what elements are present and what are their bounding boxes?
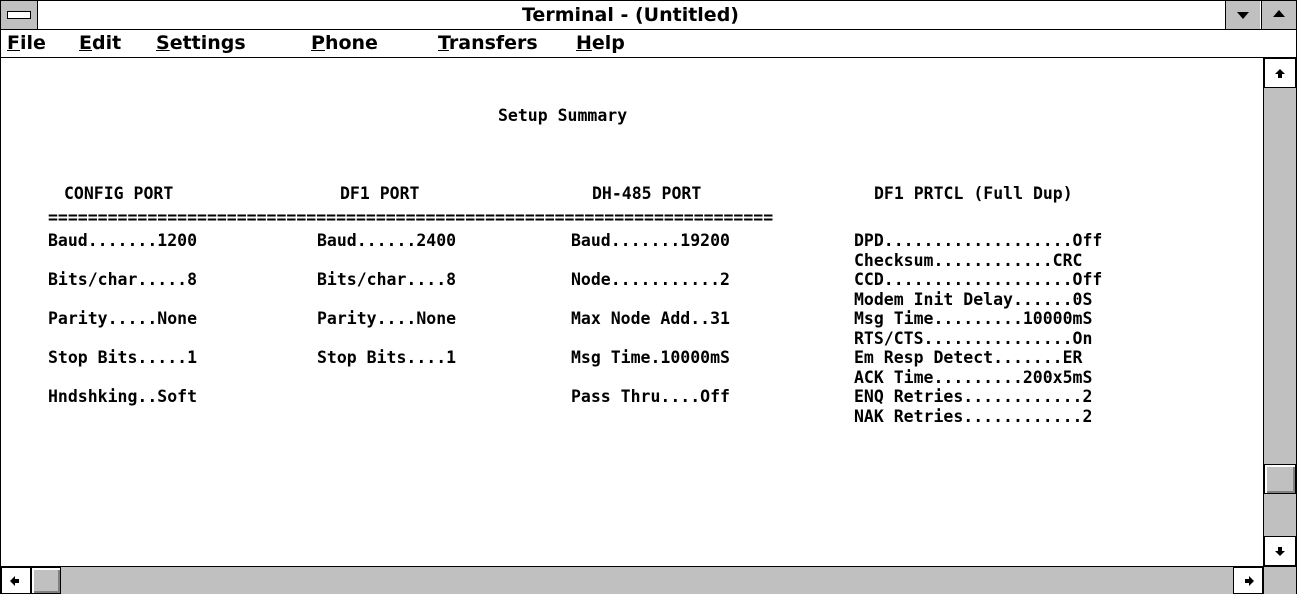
menu-bar: File Edit Settings Phone Transfers Help (1, 30, 1296, 58)
menu-transfers-label: ransfers (448, 32, 538, 54)
column-header-config-port: CONFIG PORT (64, 184, 174, 203)
config-port-setting-line (48, 329, 197, 349)
menu-help-label: elp (591, 32, 625, 54)
scroll-down-button[interactable] (1264, 536, 1296, 566)
df1-protocol-setting-line: Checksum............CRC (854, 250, 1083, 270)
df1-port-setting-line (317, 251, 456, 271)
title-bar[interactable]: Terminal - (Untitled) (1, 1, 1296, 30)
df1-protocol-setting-line: ACK Time.........200x5mS (854, 367, 1093, 387)
menu-file-label: ile (19, 32, 46, 54)
config-port-setting-line: Bits/char.....8 (48, 270, 198, 289)
dh485-port-settings: Baud.......19200 Node...........2 Max No… (571, 231, 730, 407)
menu-phone-label: hone (324, 32, 378, 54)
df1-protocol-setting-line: Modem Init Delay......0S (854, 289, 1093, 309)
system-menu-button[interactable] (1, 1, 38, 29)
menu-transfers-accel: T (438, 32, 449, 54)
minimize-button[interactable] (1225, 1, 1260, 29)
config-port-setting-line: Hndshking..Soft (48, 387, 198, 406)
config-port-setting-line (48, 251, 197, 271)
df1-port-setting-line: Baud......2400 (317, 231, 457, 250)
df1-port-settings: Baud......2400 Bits/char....8 Parity....… (317, 231, 456, 368)
maximize-button[interactable] (1261, 1, 1296, 29)
setup-summary-heading: Setup Summary (498, 106, 628, 125)
config-port-setting-line (48, 290, 197, 310)
df1-protocol-setting-line: NAK Retries............2 (854, 406, 1093, 426)
df1-protocol-setting-line: ENQ Retries............2 (854, 387, 1093, 406)
df1-protocol-setting-line: Em Resp Detect.......ER (854, 348, 1083, 367)
dh485-port-setting-line: Node...........2 (571, 270, 730, 289)
dh485-port-setting-line (571, 329, 730, 349)
dh485-port-setting-line: Baud.......19200 (571, 231, 730, 250)
window-title: Terminal - (Untitled) (522, 4, 739, 26)
scroll-down-arrow-icon (1275, 547, 1285, 556)
df1-port-setting-line (317, 329, 456, 349)
horizontal-scroll-thumb[interactable] (31, 567, 61, 594)
df1-port-setting-line: Bits/char....8 (317, 270, 457, 289)
config-port-setting-line: Parity.....None (48, 309, 198, 328)
scroll-right-button[interactable] (1233, 567, 1263, 594)
terminal-window: Terminal - (Untitled) File Edit Settings… (0, 0, 1297, 594)
vertical-scroll-thumb[interactable] (1264, 464, 1296, 495)
menu-edit[interactable]: Edit (79, 30, 121, 57)
dh485-port-setting-line (571, 368, 730, 388)
df1-protocol-setting-line: RTS/CTS...............On (854, 328, 1093, 348)
menu-settings-label: ettings (169, 32, 246, 54)
menu-file-accel: F (7, 32, 20, 54)
column-header-df1-protocol: DF1 PRTCL (Full Dup) (874, 184, 1073, 203)
menu-settings[interactable]: Settings (156, 30, 246, 57)
config-port-setting-line (48, 368, 197, 388)
menu-phone-accel: P (311, 32, 325, 54)
separator-line: ========================================… (48, 208, 774, 227)
menu-settings-accel: S (156, 32, 170, 54)
scroll-up-button[interactable] (1264, 58, 1296, 88)
df1-port-setting-line: Parity....None (317, 309, 457, 328)
menu-edit-accel: E (79, 32, 92, 54)
maximize-icon (1273, 10, 1285, 17)
df1-protocol-setting-line: Msg Time.........10000mS (854, 309, 1093, 328)
vertical-scrollbar[interactable] (1263, 58, 1296, 566)
dh485-port-setting-line: Pass Thru....Off (571, 387, 730, 406)
dh485-port-setting-line: Msg Time.10000mS (571, 348, 730, 367)
df1-port-setting-line (317, 290, 456, 310)
df1-protocol-setting-line: CCD...................Off (854, 270, 1103, 289)
menu-edit-label: dit (91, 32, 122, 54)
df1-port-setting-line: Stop Bits....1 (317, 348, 457, 367)
df1-protocol-setting-line: DPD...................Off (854, 231, 1103, 250)
system-menu-icon (7, 11, 31, 19)
column-header-df1-port: DF1 PORT (340, 184, 420, 203)
config-port-setting-line: Stop Bits.....1 (48, 348, 198, 367)
menu-help-accel: H (576, 32, 592, 54)
dh485-port-setting-line (571, 290, 730, 310)
scroll-up-arrow-icon (1275, 69, 1285, 78)
config-port-setting-line: Baud.......1200 (48, 231, 198, 250)
dh485-port-setting-line (571, 251, 730, 271)
config-port-settings: Baud.......1200 Bits/char.....8 Parity..… (48, 231, 197, 407)
scroll-right-arrow-icon (1245, 576, 1254, 586)
terminal-area[interactable]: Setup Summary CONFIG PORT DF1 PORT DH-48… (1, 58, 1263, 566)
menu-file[interactable]: File (7, 30, 46, 57)
horizontal-scrollbar[interactable] (1, 566, 1263, 594)
menu-transfers[interactable]: Transfers (438, 30, 538, 57)
df1-protocol-settings: DPD...................Off Checksum.......… (854, 231, 1102, 426)
dh485-port-setting-line: Max Node Add..31 (571, 309, 730, 328)
menu-phone[interactable]: Phone (311, 30, 378, 57)
menu-help[interactable]: Help (576, 30, 625, 57)
scroll-left-arrow-icon (10, 576, 19, 586)
column-header-dh485-port: DH-485 PORT (592, 184, 702, 203)
scrollbar-corner (1263, 566, 1296, 594)
minimize-icon (1237, 12, 1249, 19)
scroll-left-button[interactable] (1, 567, 31, 594)
